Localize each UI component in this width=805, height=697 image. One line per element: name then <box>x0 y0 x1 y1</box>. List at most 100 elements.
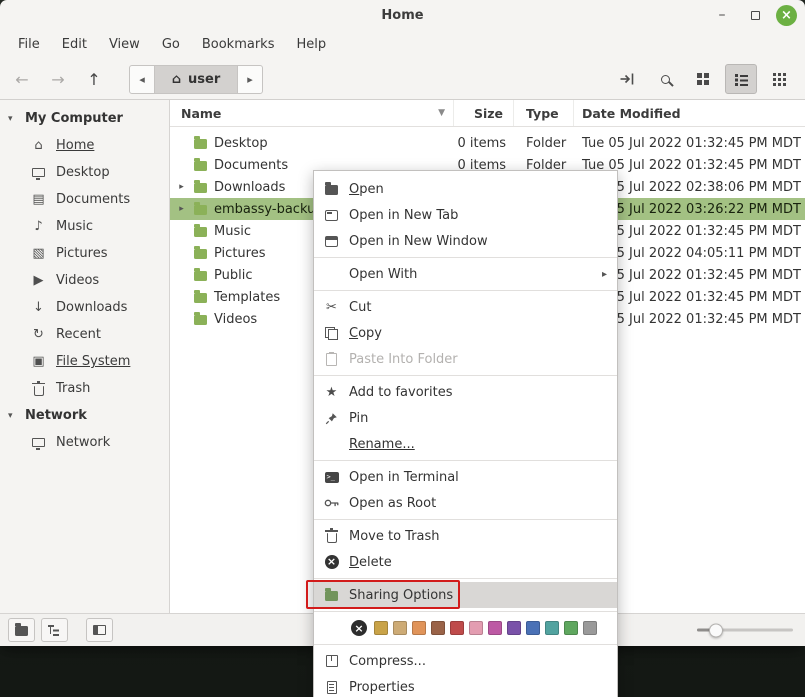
sidebar-item-videos[interactable]: ▶ Videos <box>0 267 169 294</box>
documents-icon: ▤ <box>30 192 47 207</box>
minimize-button[interactable]: – <box>710 3 734 27</box>
places-toggle-button[interactable] <box>8 618 35 642</box>
section-expander-icon: ▾ <box>8 114 18 124</box>
menu-item-open-with[interactable]: Open With ▸ <box>314 261 617 287</box>
color-swatch[interactable] <box>507 621 521 635</box>
color-swatch[interactable] <box>488 621 502 635</box>
expander-icon[interactable]: ▸ <box>176 204 187 214</box>
zoom-slider[interactable] <box>697 629 793 632</box>
menu-file[interactable]: File <box>8 34 50 55</box>
sidebar-item-recent[interactable]: ↻ Recent <box>0 321 169 348</box>
menu-item-pin[interactable]: Pin <box>314 405 617 431</box>
color-swatch[interactable] <box>412 621 426 635</box>
sidebar-item-trash[interactable]: Trash <box>0 375 169 402</box>
color-swatch[interactable] <box>545 621 559 635</box>
menu-item-sharing-options[interactable]: Sharing Options <box>314 582 617 608</box>
color-swatch[interactable] <box>564 621 578 635</box>
menu-item-properties[interactable]: Properties <box>314 674 617 697</box>
column-header-type[interactable]: Type <box>514 100 574 126</box>
color-swatch[interactable] <box>393 621 407 635</box>
folder-icon <box>194 293 207 303</box>
file-row-desktop[interactable]: Desktop 0 items Folder Tue 05 Jul 2022 0… <box>170 132 805 154</box>
column-header-date-modified[interactable]: Date Modified <box>574 100 805 126</box>
close-button[interactable]: × <box>776 5 797 26</box>
icon-view-button[interactable] <box>687 64 719 94</box>
copy-icon <box>323 327 340 340</box>
menu-item-open-in-new-window[interactable]: Open in New Window <box>314 228 617 254</box>
search-button[interactable] <box>649 64 681 94</box>
sidebar-item-network[interactable]: Network <box>0 429 169 456</box>
menu-item-cut[interactable]: ✂ Cut <box>314 294 617 320</box>
zoom-slider-handle[interactable] <box>709 623 723 637</box>
expander-icon[interactable]: ▸ <box>176 182 187 192</box>
paste-clipboard-icon <box>323 353 340 366</box>
section-expander-icon: ▾ <box>8 411 18 421</box>
sharing-folder-icon <box>323 589 340 601</box>
menu-help[interactable]: Help <box>286 34 336 55</box>
menu-item-copy[interactable]: Copy <box>314 320 617 346</box>
file-system-icon: ▣ <box>30 354 47 369</box>
menu-item-move-to-trash[interactable]: Move to Trash <box>314 523 617 549</box>
column-header-name[interactable]: Name ▼ <box>170 100 454 126</box>
sidebar-item-downloads[interactable]: ↓ Downloads <box>0 294 169 321</box>
folder-icon <box>194 227 207 237</box>
close-icon: × <box>781 8 792 23</box>
sidebar-item-desktop[interactable]: Desktop <box>0 159 169 186</box>
list-view-icon <box>735 73 748 85</box>
menu-item-open-as-root[interactable]: Open as Root <box>314 490 617 516</box>
color-swatch[interactable] <box>450 621 464 635</box>
menu-bookmarks[interactable]: Bookmarks <box>192 34 285 55</box>
sidebar-item-file-system[interactable]: ▣ File System <box>0 348 169 375</box>
maximize-button[interactable] <box>743 3 767 27</box>
color-swatch[interactable] <box>469 621 483 635</box>
location-entry-button[interactable] <box>611 64 643 94</box>
menu-item-open-in-new-tab[interactable]: Open in New Tab <box>314 202 617 228</box>
color-swatch[interactable] <box>526 621 540 635</box>
menu-separator <box>314 290 617 291</box>
menu-go[interactable]: Go <box>152 34 190 55</box>
menu-item-rename[interactable]: Rename... <box>314 431 617 457</box>
breadcrumb-label: user <box>188 72 220 87</box>
sidebar-section-network[interactable]: ▾ Network <box>0 402 169 429</box>
cut-scissors-icon: ✂ <box>323 300 340 315</box>
menu-separator <box>314 257 617 258</box>
menu-item-add-to-favorites[interactable]: ★ Add to favorites <box>314 379 617 405</box>
sidebar-item-pictures[interactable]: ▧ Pictures <box>0 240 169 267</box>
compact-view-button[interactable] <box>763 64 795 94</box>
music-icon: ♪ <box>30 219 47 234</box>
sidebar-item-music[interactable]: ♪ Music <box>0 213 169 240</box>
menu-separator <box>314 519 617 520</box>
hide-sidebar-button[interactable] <box>86 618 113 642</box>
menu-item-delete[interactable]: Delete <box>314 549 617 575</box>
menu-item-open-in-terminal[interactable]: Open in Terminal <box>314 464 617 490</box>
forward-button[interactable]: → <box>42 64 74 94</box>
sidebar-item-home[interactable]: ⌂ Home <box>0 132 169 159</box>
column-header-size[interactable]: Size <box>454 100 514 126</box>
menu-item-open[interactable]: Open <box>314 176 617 202</box>
color-swatch[interactable] <box>583 621 597 635</box>
breadcrumb-prev-button[interactable]: ◂ <box>130 66 154 93</box>
menu-edit[interactable]: Edit <box>52 34 97 55</box>
breadcrumb-user-button[interactable]: ⌂ user <box>154 66 238 93</box>
sidebar-section-my-computer[interactable]: ▾ My Computer <box>0 105 169 132</box>
titlebar[interactable]: Home – × <box>0 0 805 30</box>
menu-item-compress[interactable]: Compress... <box>314 648 617 674</box>
list-view-button[interactable] <box>725 64 757 94</box>
submenu-arrow-icon: ▸ <box>602 269 607 280</box>
menu-separator <box>314 611 617 612</box>
network-icon <box>30 438 47 447</box>
color-swatch[interactable] <box>374 621 388 635</box>
chevron-left-icon: ◂ <box>139 73 145 86</box>
color-swatch[interactable] <box>431 621 445 635</box>
up-button[interactable]: ↑ <box>78 64 110 94</box>
back-button[interactable]: ← <box>6 64 38 94</box>
menu-view[interactable]: View <box>99 34 150 55</box>
sidebar-panel-icon <box>93 625 106 635</box>
sidebar-item-documents[interactable]: ▤ Documents <box>0 186 169 213</box>
open-folder-icon <box>323 183 340 195</box>
breadcrumb-next-button[interactable]: ▸ <box>238 66 262 93</box>
clear-color-button[interactable]: × <box>351 620 367 636</box>
treeview-toggle-button[interactable] <box>41 618 68 642</box>
new-tab-icon <box>323 210 340 221</box>
pictures-icon: ▧ <box>30 246 47 261</box>
